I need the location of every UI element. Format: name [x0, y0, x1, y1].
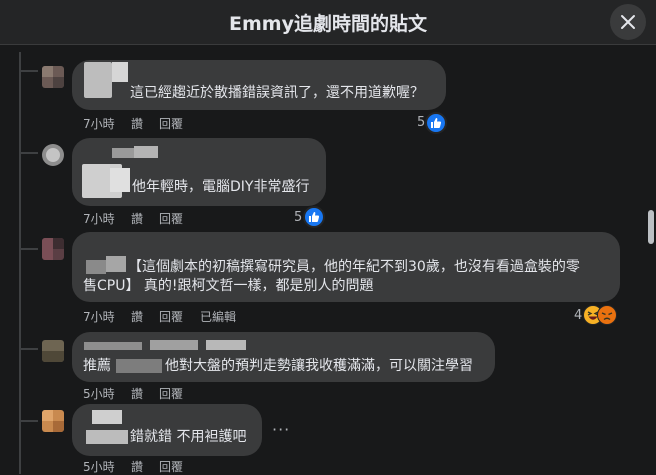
blurred-mention[interactable]: [116, 359, 162, 373]
thread-connector: [20, 152, 38, 154]
thread-connector: [20, 420, 38, 422]
like-button[interactable]: 讚: [131, 385, 143, 402]
close-button[interactable]: [610, 4, 646, 40]
like-button[interactable]: 讚: [131, 210, 143, 227]
comment-time[interactable]: 5小時: [83, 458, 115, 475]
blurred-author-name[interactable]: [112, 148, 134, 158]
comment-time[interactable]: 7小時: [83, 308, 115, 325]
blurred-author-name[interactable]: [86, 260, 106, 274]
avatar[interactable]: [42, 238, 64, 260]
blurred-author-name: [86, 430, 128, 444]
blurred-author-name: [110, 168, 130, 192]
thread-connector: [20, 348, 38, 350]
dialog-header: Emmy追劇時間的貼文: [0, 0, 656, 45]
blurred-author-name: [150, 340, 198, 350]
scrollbar-thumb[interactable]: [648, 210, 654, 244]
close-icon: [621, 15, 635, 29]
avatar[interactable]: [42, 410, 64, 432]
blurred-author-name[interactable]: [84, 62, 112, 98]
comment-text: 他對大盤的預判走勢讓我收穫滿滿，可以關注學習: [165, 358, 473, 374]
like-button[interactable]: 讚: [131, 458, 143, 475]
comment-text-line-2: 售CPU】 真的!跟柯文哲一樣，都是別人的問題: [83, 278, 374, 294]
comment-bubble: 推薦 他對大盤的預判走勢讓我收穫滿滿，可以關注學習: [72, 332, 495, 382]
thread-connector: [20, 248, 38, 250]
comment-text: 他年輕時，電腦DIY非常盛行: [132, 179, 310, 195]
like-button[interactable]: 讚: [131, 308, 143, 325]
reply-button[interactable]: 回覆: [159, 115, 183, 132]
dialog-title: Emmy追劇時間的貼文: [229, 13, 427, 35]
reaction-count[interactable]: 5: [294, 210, 302, 225]
comment-time[interactable]: 7小時: [83, 210, 115, 227]
thread-connector: [20, 70, 38, 72]
reply-button[interactable]: 回覆: [159, 385, 183, 402]
comment-text: 這已經趨近於散播錯誤資訊了，還不用道歉喔？: [130, 85, 424, 101]
angry-icon[interactable]: [597, 305, 617, 325]
blurred-author-name[interactable]: [92, 410, 122, 424]
avatar[interactable]: [42, 340, 64, 362]
edited-label: 已編輯: [200, 310, 237, 324]
comment-bubble: 他年輕時，電腦DIY非常盛行: [72, 138, 326, 206]
comment-bubble: 這已經趨近於散播錯誤資訊了，還不用道歉喔？: [72, 60, 446, 110]
like-icon[interactable]: [425, 112, 447, 134]
comment-time[interactable]: 7小時: [83, 115, 115, 132]
comment-bubble: 錯就錯 不用袒護吧: [72, 404, 262, 456]
thread-line: [19, 52, 21, 474]
reaction-count[interactable]: 4: [574, 308, 582, 323]
blurred-author-name: [106, 256, 126, 272]
reply-button[interactable]: 回覆: [159, 458, 183, 475]
blurred-author-name: [112, 62, 128, 82]
comment-bubble: 【這個劇本的初稿撰寫研究員，他的年紀不到30歲，也沒有看過盒裝的零 售CPU】 …: [72, 232, 620, 302]
avatar[interactable]: [42, 144, 64, 166]
blurred-author-name: [206, 340, 246, 350]
comment-time[interactable]: 5小時: [83, 385, 115, 402]
blurred-author-name[interactable]: [84, 342, 142, 350]
like-icon[interactable]: [303, 206, 325, 228]
like-button[interactable]: 讚: [131, 115, 143, 132]
reply-button[interactable]: 回覆: [159, 210, 183, 227]
comment-text-line-1: 【這個劇本的初稿撰寫研究員，他的年紀不到30歲，也沒有看過盒裝的零: [128, 259, 580, 275]
reply-button[interactable]: 回覆: [159, 308, 183, 325]
more-options-button[interactable]: ···: [272, 420, 290, 439]
blurred-author-name: [134, 146, 158, 158]
avatar[interactable]: [42, 66, 64, 88]
comment-text: 錯就錯 不用袒護吧: [130, 429, 247, 445]
comment-text-prefix: 推薦: [83, 358, 111, 374]
